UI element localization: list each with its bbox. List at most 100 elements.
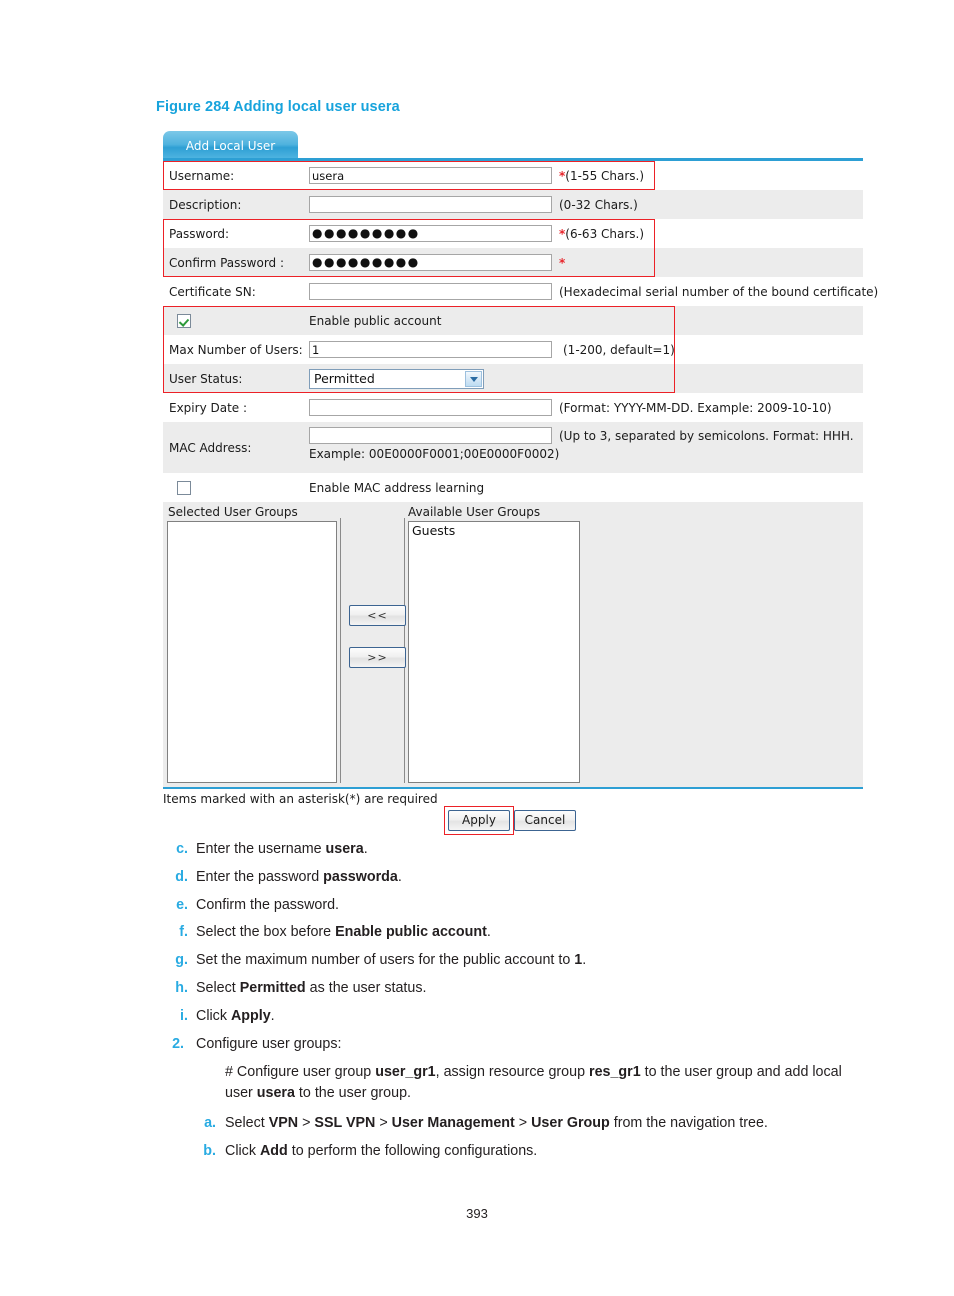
list-marker: b. — [203, 1143, 216, 1160]
confirm-password-input[interactable]: ●●●●●●●●● — [309, 254, 552, 271]
instructions: c. Enter the username usera. d. Enter the … — [0, 842, 954, 1172]
list-marker: c. — [176, 841, 188, 857]
column-divider-left — [340, 518, 341, 783]
list-item: f. Select the box before Enable public ac… — [179, 924, 954, 941]
label-confirm-password: Confirm Password : — [163, 248, 309, 277]
label-enable-public-account: Enable public account — [309, 306, 557, 335]
step-2-title: Configure user groups: — [196, 1035, 342, 1052]
hint-text: (Format: YYYY-MM-DD. Example: 2009-10-10… — [559, 400, 832, 415]
label-description: Description: — [163, 190, 309, 219]
description-input[interactable] — [309, 196, 552, 213]
cell-description-input — [309, 190, 557, 219]
tab-add-local-user[interactable]: Add Local User — [163, 131, 298, 161]
step-i-text: Click Apply. — [196, 1007, 275, 1024]
label-password: Password: — [163, 219, 309, 248]
step-e-text: Confirm the password. — [196, 896, 340, 913]
hint-description: (0-32 Chars.) — [557, 190, 863, 219]
step-d-text: Enter the password passworda. — [196, 868, 402, 885]
user-groups-area: Selected User Groups Available User Grou… — [163, 502, 863, 787]
substep-b-text: Click Add to perform the following confi… — [225, 1143, 538, 1160]
hint-text: (1-55 Chars.) — [565, 168, 645, 183]
step-2-paragraph: # Configure user group user_gr1, assign … — [225, 1063, 842, 1101]
selected-user-groups-list[interactable] — [167, 521, 337, 783]
move-left-button[interactable]: << — [349, 605, 406, 626]
hint-expiry-date: (Format: YYYY-MM-DD. Example: 2009-10-10… — [557, 393, 863, 422]
add-local-user-screenshot: Add Local User Username: *(1-55 Chars.) … — [163, 131, 878, 836]
list-marker: 2. — [172, 1035, 184, 1052]
row-description: Description: (0-32 Chars.) — [163, 190, 863, 219]
row-mac-address: MAC Address: Example: 00E0000F0001;00E00… — [163, 422, 863, 473]
hint-text: (Hexadecimal serial number of the bound … — [559, 284, 879, 299]
list-item: d. Enter the password passworda. — [175, 868, 954, 885]
hint-certificate-sn: (Hexadecimal serial number of the bound … — [557, 277, 878, 306]
enable-public-account-checkbox[interactable] — [177, 313, 191, 328]
row-mac-learning: Enable MAC address learning — [163, 473, 863, 502]
row-confirm-password: Confirm Password : ●●●●●●●●● * — [163, 248, 863, 277]
move-right-button[interactable]: >> — [349, 647, 406, 668]
document-page: Figure 284 Adding local user usera Add L… — [0, 0, 954, 1296]
step-2: 2. Configure user groups: — [172, 1035, 954, 1052]
label-user-status: User Status: — [163, 364, 309, 393]
row-enable-public-account: Enable public account — [163, 306, 863, 335]
list-marker: e. — [176, 896, 188, 913]
page-number: 393 — [466, 1206, 488, 1221]
form-table: Username: *(1-55 Chars.) Description: (0… — [163, 161, 878, 502]
hint-password: *(6-63 Chars.) — [557, 219, 863, 248]
label-username: Username: — [163, 161, 309, 190]
list-item[interactable]: Guests — [409, 522, 579, 539]
apply-button[interactable]: Apply — [448, 810, 510, 831]
step-g-text: Set the maximum number of users for the … — [196, 952, 587, 969]
mac-address-input[interactable] — [309, 427, 552, 444]
action-button-row: Apply Cancel — [163, 806, 863, 836]
cell-mac-address-input: Example: 00E0000F0001;00E0000F0002) — [309, 422, 559, 473]
label-mac-address: MAC Address: — [163, 422, 309, 473]
label-enable-mac-learning: Enable MAC address learning — [309, 473, 557, 502]
list-marker: h. — [175, 979, 188, 996]
list-marker: f. — [179, 924, 188, 941]
step-c-text: Enter the username usera. — [196, 841, 368, 857]
cell-certificate-sn-input — [309, 277, 557, 306]
steps-c-through-i: c. Enter the username usera. d. Enter the … — [0, 842, 954, 1023]
hint-max-users: (1-200, default=1) — [557, 335, 863, 364]
label-max-users: Max Number of Users: — [163, 335, 309, 364]
cell-confirm-password-input: ●●●●●●●●● — [309, 248, 557, 277]
cell-public-account-checkbox — [163, 306, 309, 335]
form-area: Username: *(1-55 Chars.) Description: (0… — [163, 161, 878, 502]
cell-password-input: ●●●●●●●●● — [309, 219, 557, 248]
cancel-button[interactable]: Cancel — [514, 810, 576, 831]
enable-mac-learning-checkbox[interactable] — [177, 480, 191, 495]
cell-mac-learning-checkbox — [163, 473, 309, 502]
list-item: i. Click Apply. — [180, 1007, 954, 1024]
spacer-user-status — [557, 364, 863, 393]
user-status-value: Permitted — [314, 370, 375, 386]
user-status-select[interactable]: Permitted — [309, 368, 484, 389]
username-input[interactable] — [309, 167, 552, 184]
list-item: c. Enter the username usera. — [176, 841, 954, 857]
available-user-groups-label: Available User Groups — [408, 505, 541, 519]
hint-username: *(1-55 Chars.) — [557, 161, 863, 190]
row-user-status: User Status: Permitted — [163, 364, 863, 393]
spacer-public-account — [557, 306, 863, 335]
hint-text: (1-200, default=1) — [563, 342, 675, 357]
hint-text: (Up to 3, separated by semicolons. Forma… — [559, 429, 854, 443]
hint-mac-address: (Up to 3, separated by semicolons. Forma… — [557, 422, 863, 473]
row-max-users: Max Number of Users: (1-200, default=1) — [163, 335, 863, 364]
list-item: e. Confirm the password. — [176, 896, 954, 913]
hint-confirm-password: * — [557, 248, 863, 277]
max-users-input[interactable] — [309, 341, 552, 358]
figure-caption: Figure 284 Adding local user usera — [156, 99, 400, 115]
hint-text: (6-63 Chars.) — [565, 226, 645, 241]
password-input[interactable]: ●●●●●●●●● — [309, 225, 552, 242]
chevron-down-icon[interactable] — [465, 370, 482, 387]
expiry-date-input[interactable] — [309, 399, 552, 416]
required-footnote: Items marked with an asterisk(*) are req… — [163, 792, 438, 806]
mac-input-wrap: Example: 00E0000F0001;00E0000F0002) — [309, 427, 559, 473]
list-item: g. Set the maximum number of users for th… — [175, 952, 954, 969]
step-f-text: Select the box before Enable public acco… — [196, 924, 491, 941]
row-username: Username: *(1-55 Chars.) — [163, 161, 863, 190]
available-user-groups-list[interactable]: Guests — [408, 521, 580, 783]
tab-strip: Add Local User — [163, 131, 863, 161]
step-h-text: Select Permitted as the user status. — [196, 979, 427, 996]
certificate-sn-input[interactable] — [309, 283, 552, 300]
row-expiry-date: Expiry Date : (Format: YYYY-MM-DD. Examp… — [163, 393, 863, 422]
